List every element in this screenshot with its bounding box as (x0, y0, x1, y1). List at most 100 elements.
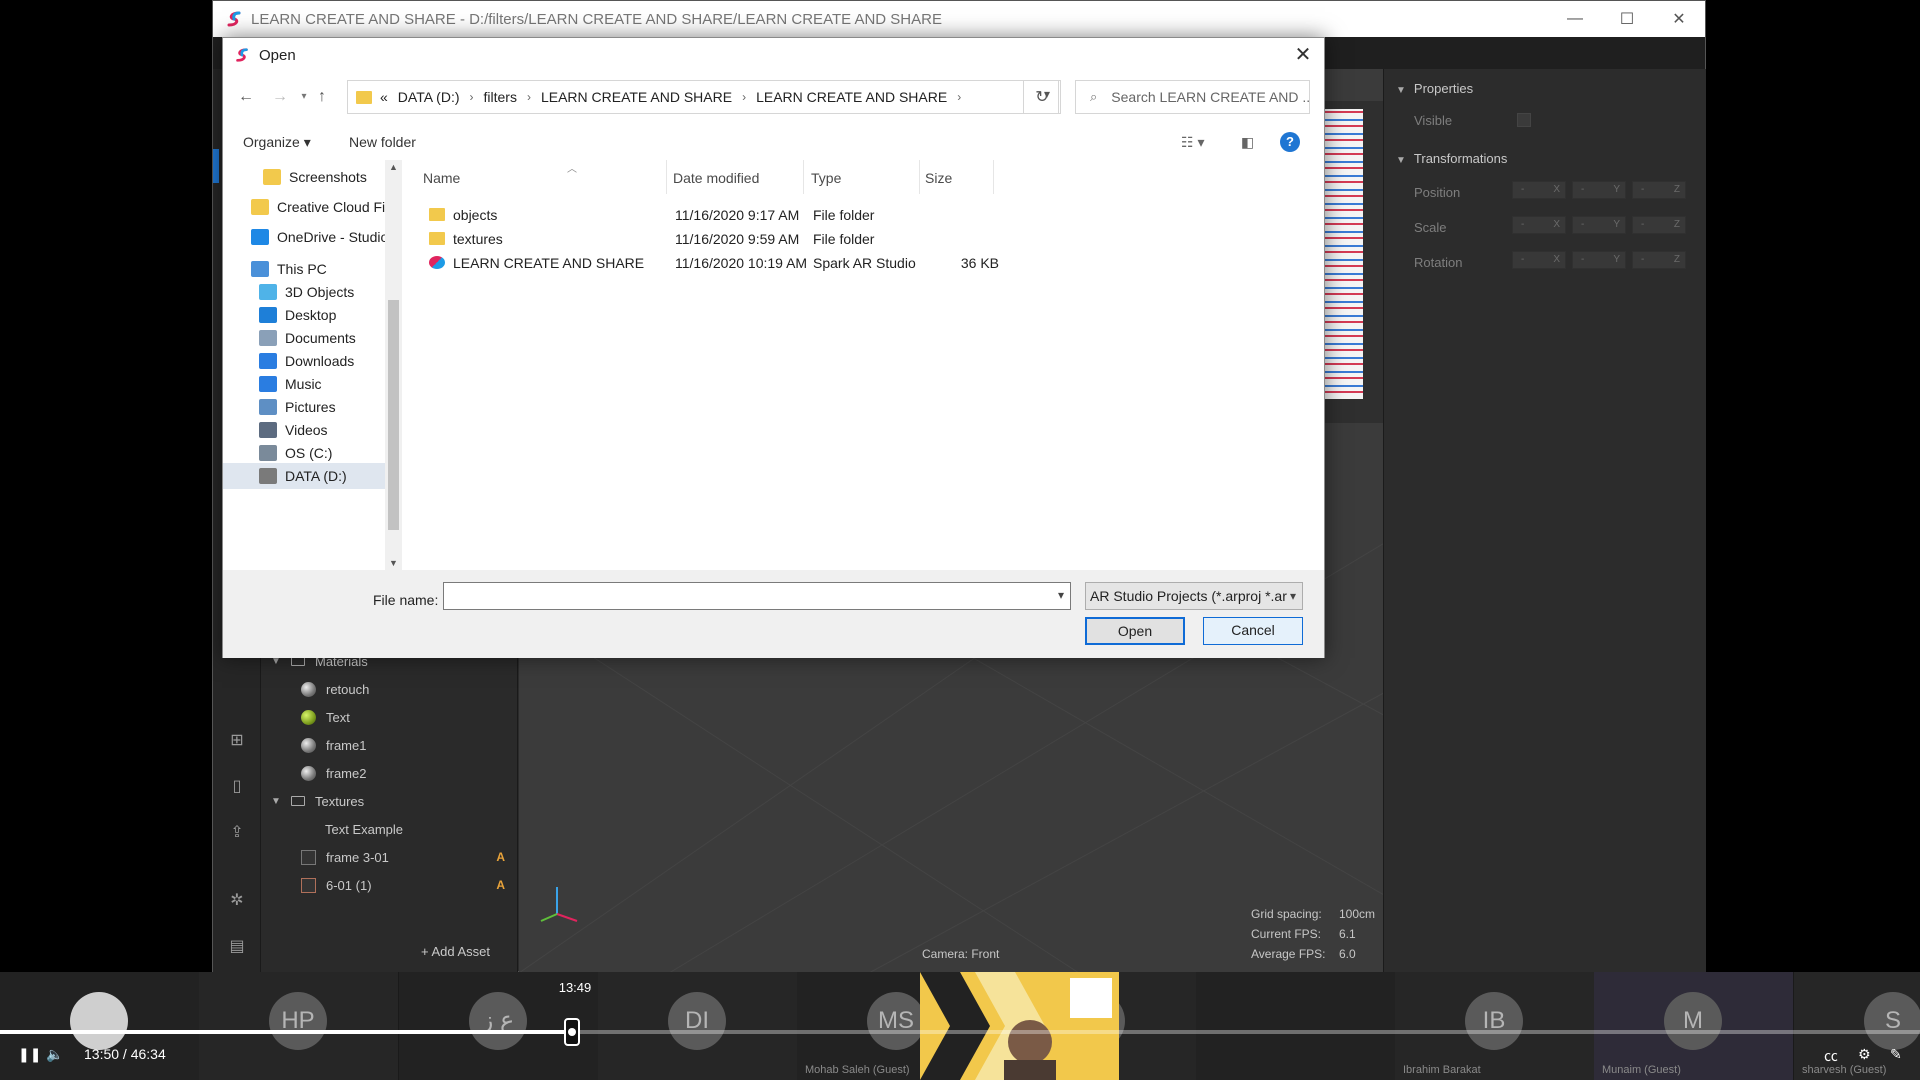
video-scrub-handle[interactable] (564, 1018, 580, 1046)
nav-item-icon (259, 376, 277, 392)
address-bar[interactable]: « DATA (D:) › filters › LEARN CREATE AND… (347, 80, 1059, 114)
chevron-down-icon[interactable]: ▼ (1396, 155, 1406, 166)
bug-icon[interactable]: ✲ (225, 889, 249, 913)
position-x-field[interactable]: -X (1512, 181, 1566, 199)
breadcrumb-item[interactable]: LEARN CREATE AND SHARE (541, 89, 732, 105)
chevron-down-icon[interactable]: ▼ (1396, 85, 1406, 96)
texture-item[interactable]: frame 3-01 A (261, 843, 517, 871)
help-icon[interactable]: ? (1280, 132, 1300, 152)
material-item[interactable]: retouch (261, 675, 517, 703)
file-name-input[interactable]: ▾ (443, 582, 1071, 610)
chevron-right-icon[interactable]: › (957, 90, 961, 104)
properties-header[interactable]: ▼ Properties (1396, 81, 1473, 96)
device-icon[interactable]: ▯ (225, 775, 249, 799)
participant-tile[interactable] (0, 972, 199, 1080)
chevron-right-icon[interactable]: › (470, 90, 474, 104)
textures-folder[interactable]: ▼ Textures (261, 787, 517, 815)
chevron-down-icon[interactable]: ▾ (1290, 583, 1296, 609)
column-divider[interactable] (803, 160, 804, 194)
view-options-icon[interactable]: ☷ ▾ (1181, 134, 1204, 151)
captions-icon[interactable]: ㏄ (1824, 1046, 1838, 1066)
column-header-type[interactable]: Type (811, 170, 841, 186)
participant-tile[interactable]: IB Ibrahim Barakat (1395, 972, 1594, 1080)
chevron-down-icon[interactable]: ▾ (1058, 588, 1064, 602)
position-y-field[interactable]: -Y (1572, 181, 1626, 199)
search-input[interactable]: ⌕ Search LEARN CREATE AND ... (1075, 80, 1310, 114)
file-row[interactable]: LEARN CREATE AND SHARE 11/16/2020 10:19 A… (403, 252, 1325, 276)
material-item[interactable]: frame2 (261, 759, 517, 787)
pin-icon[interactable]: ✎ (1890, 1046, 1902, 1063)
file-row[interactable]: textures 11/16/2020 9:59 AM File folder (403, 228, 1325, 252)
add-object-icon[interactable]: ⊞ (225, 729, 249, 753)
scale-y-field[interactable]: -Y (1572, 216, 1626, 234)
refresh-icon[interactable]: ↻ (1023, 80, 1061, 114)
chevron-right-icon[interactable]: › (742, 90, 746, 104)
breadcrumb-overflow[interactable]: « (380, 89, 388, 105)
chevron-down-icon[interactable]: ▼ (269, 796, 283, 807)
average-fps-readout: Average FPS: 6.0 (1251, 947, 1356, 961)
nav-item-label: Pictures (285, 399, 336, 415)
column-divider[interactable] (666, 160, 667, 194)
field-value: - (1581, 184, 1585, 195)
participant-tile[interactable]: DI (598, 972, 797, 1080)
material-item[interactable]: Text (261, 703, 517, 731)
video-progress-bar[interactable] (0, 1030, 1920, 1034)
column-divider[interactable] (993, 160, 994, 194)
close-button[interactable]: ✕ (1653, 1, 1705, 37)
folder-icon (291, 796, 305, 806)
nav-item[interactable]: Screenshots (263, 164, 367, 190)
participant-video-feed[interactable] (920, 972, 1119, 1080)
rotation-x-field[interactable]: -X (1512, 251, 1566, 269)
pause-icon[interactable]: ❚❚ (18, 1046, 41, 1063)
rotation-z-field[interactable]: -Z (1632, 251, 1686, 269)
column-header-size[interactable]: Size (925, 170, 952, 186)
back-arrow-icon[interactable]: ← (235, 86, 257, 108)
forward-arrow-icon[interactable]: → (269, 86, 291, 108)
texture-item[interactable]: 6-01 (1) A (261, 871, 517, 899)
participant-tile[interactable]: HP (199, 972, 398, 1080)
breadcrumb-item[interactable]: DATA (D:) (398, 89, 460, 105)
up-arrow-icon[interactable]: ↑ (311, 86, 333, 108)
navigation-scrollbar[interactable]: ▲ ▼ (385, 160, 402, 570)
scrollbar-thumb[interactable] (388, 300, 399, 530)
settings-gear-icon[interactable]: ⚙ (1858, 1046, 1871, 1063)
volume-icon[interactable]: 🔈 (46, 1046, 63, 1063)
file-name: textures (453, 231, 503, 247)
column-header-name[interactable]: Name (423, 170, 460, 186)
texture-item[interactable]: Text Example (261, 815, 517, 843)
open-button[interactable]: Open (1085, 617, 1185, 645)
scroll-up-icon[interactable]: ▲ (385, 162, 402, 172)
minimize-button[interactable]: — (1549, 1, 1601, 37)
scroll-down-icon[interactable]: ▼ (385, 558, 402, 568)
breadcrumb-item[interactable]: LEARN CREATE AND SHARE (756, 89, 947, 105)
breadcrumb-item[interactable]: filters (484, 89, 517, 105)
nav-item[interactable]: OneDrive - Studio (251, 224, 388, 250)
visible-checkbox[interactable] (1517, 113, 1531, 127)
preview-pane-icon[interactable]: ◧ (1241, 134, 1254, 151)
column-header-date[interactable]: Date modified (673, 170, 759, 186)
organize-button[interactable]: Organize ▾ (243, 134, 311, 151)
transformations-header[interactable]: ▼ Transformations (1396, 151, 1507, 166)
participant-tile[interactable]: M Munaim (Guest) (1594, 972, 1793, 1080)
dialog-close-button[interactable]: ✕ (1290, 42, 1316, 68)
file-type-select[interactable]: AR Studio Projects (*.arproj *.ar ▾ (1085, 582, 1303, 610)
file-row[interactable]: objects 11/16/2020 9:17 AM File folder (403, 204, 1325, 228)
participant-tile[interactable] (1196, 972, 1395, 1080)
position-z-field[interactable]: -Z (1632, 181, 1686, 199)
column-divider[interactable] (919, 160, 920, 194)
panel-icon[interactable]: ▤ (225, 935, 249, 959)
chevron-right-icon[interactable]: › (527, 90, 531, 104)
scale-z-field[interactable]: -Z (1632, 216, 1686, 234)
participant-tile[interactable]: Ssharvesh (Guest) (1794, 972, 1920, 1080)
rotation-y-field[interactable]: -Y (1572, 251, 1626, 269)
material-label: frame1 (326, 737, 367, 753)
maximize-button[interactable]: ☐ (1601, 1, 1653, 37)
upload-icon[interactable]: ⇪ (225, 821, 249, 845)
cancel-button[interactable]: Cancel (1203, 617, 1303, 645)
add-asset-button[interactable]: + Add Asset (421, 944, 490, 959)
material-item[interactable]: frame1 (261, 731, 517, 759)
nav-item[interactable]: DATA (D:) (223, 463, 385, 489)
scale-x-field[interactable]: -X (1512, 216, 1566, 234)
new-folder-button[interactable]: New folder (349, 134, 416, 150)
nav-item[interactable]: Creative Cloud Fil (251, 194, 388, 220)
